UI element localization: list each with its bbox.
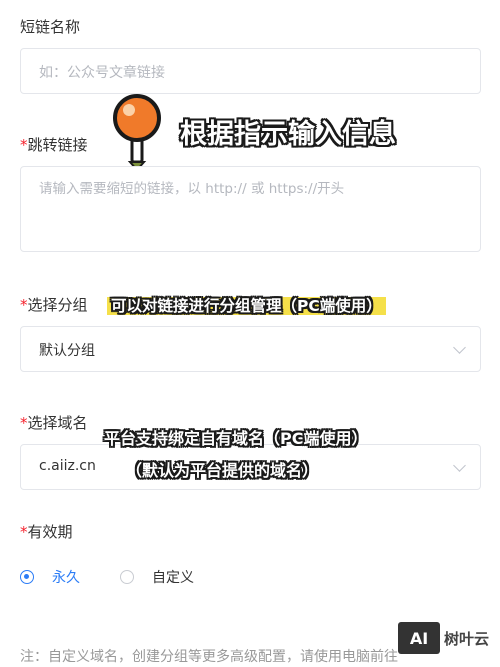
radio-custom[interactable] xyxy=(120,570,134,584)
input-hint-annotation: 根据指示输入信息 xyxy=(180,119,396,150)
group-value: 默认分组 xyxy=(39,343,95,359)
name-input[interactable]: 如：公众号文章链接 xyxy=(20,48,481,94)
domain-hint-annotation-2: （默认为平台提供的域名） xyxy=(126,461,319,480)
radio-permanent[interactable] xyxy=(20,570,34,584)
domain-label: *选择域名 xyxy=(20,414,88,432)
chevron-down-icon xyxy=(453,459,466,472)
validity-label: *有效期 xyxy=(20,523,73,541)
domain-hint-annotation: 平台支持绑定自有域名（PC端使用） xyxy=(104,429,368,448)
domain-value: c.aiiz.cn xyxy=(39,458,96,474)
pushpin-icon xyxy=(113,94,161,172)
name-label: 短链名称 xyxy=(20,18,81,36)
group-hint-annotation: 可以对链接进行分组管理（PC端使用） xyxy=(107,294,386,316)
url-placeholder: 请输入需要缩短的链接，以 http:// 或 https://开头 xyxy=(39,181,345,197)
chevron-down-icon xyxy=(453,341,466,354)
url-label: *跳转链接 xyxy=(20,136,88,154)
name-placeholder: 如：公众号文章链接 xyxy=(39,65,165,81)
radio-permanent-label[interactable]: 永久 xyxy=(52,567,80,587)
group-select[interactable]: 默认分组 xyxy=(20,326,481,372)
watermark: AI 树叶云 xyxy=(398,622,490,654)
radio-custom-label[interactable]: 自定义 xyxy=(152,567,194,587)
watermark-text: 树叶云 xyxy=(444,627,490,649)
watermark-logo: AI xyxy=(398,622,440,654)
group-label: *选择分组 xyxy=(20,296,88,314)
url-textarea[interactable]: 请输入需要缩短的链接，以 http:// 或 https://开头 xyxy=(20,166,481,252)
footer-note: 注：自定义域名，创建分组等更多高级配置，请使用电脑前往 xyxy=(20,649,398,665)
